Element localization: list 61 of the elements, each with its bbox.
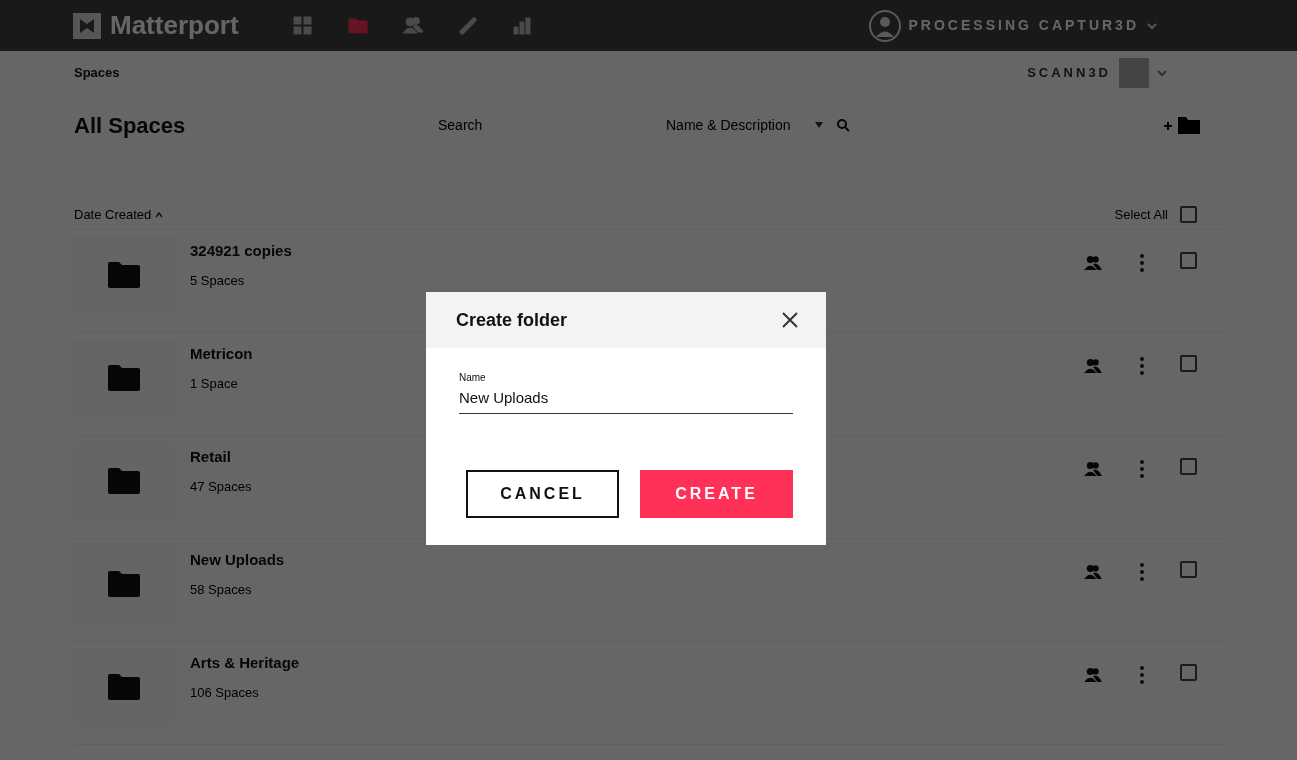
name-field[interactable]: New Uploads [459, 384, 793, 414]
users-icon[interactable] [1084, 564, 1102, 580]
users-icon[interactable] [1084, 667, 1102, 683]
filter-dropdown[interactable]: Name & Description [666, 114, 823, 136]
brand-name: Matterport [110, 9, 239, 42]
folder-name[interactable]: New Uploads [190, 549, 285, 572]
checkbox[interactable] [1180, 355, 1197, 372]
add-folder-icon[interactable] [1163, 115, 1201, 135]
users-icon[interactable] [1084, 255, 1102, 271]
folder-thumbnail[interactable] [74, 547, 174, 621]
space-count: 1 Space [190, 374, 239, 393]
folder-thumbnail[interactable] [74, 238, 174, 312]
space-count: 106 Spaces [190, 683, 260, 702]
folder-name[interactable]: Metricon [190, 343, 253, 366]
folder-name[interactable]: 324921 copies [190, 240, 292, 263]
folder-icon [107, 261, 141, 289]
breadcrumb[interactable]: Spaces [74, 63, 120, 83]
checkbox[interactable] [1180, 458, 1197, 475]
checkbox[interactable] [1180, 664, 1197, 681]
create-button[interactable]: CREATE [640, 469, 793, 518]
more-icon[interactable] [1140, 254, 1144, 272]
bar-chart-icon[interactable] [512, 15, 534, 36]
folder-icon [107, 673, 141, 701]
folder-icon [107, 570, 141, 598]
users-icon[interactable] [1084, 461, 1102, 477]
field-label: Name [459, 372, 487, 384]
logo-icon [72, 11, 102, 40]
dialog-title: Create folder [456, 308, 568, 332]
more-icon[interactable] [1140, 357, 1144, 375]
search-field[interactable]: Search [438, 114, 658, 136]
caret-icon [814, 122, 823, 128]
more-icon[interactable] [1140, 563, 1144, 581]
more-icon[interactable] [1140, 460, 1144, 478]
account-name[interactable]: PROCESSING CAPTUR3D [908, 15, 1139, 36]
space-count: 47 Spaces [190, 477, 252, 496]
checkbox[interactable] [1180, 206, 1197, 223]
folder-icon [107, 467, 141, 495]
users-icon[interactable] [402, 15, 424, 36]
checkbox[interactable] [1180, 252, 1197, 269]
sort-dropdown[interactable]: Date Created [74, 204, 164, 225]
folder-thumbnail[interactable] [74, 341, 174, 415]
folder-thumbnail[interactable] [74, 650, 174, 724]
caret-icon [155, 211, 164, 218]
grid-icon[interactable] [292, 15, 314, 36]
cancel-button[interactable]: CANCEL [466, 469, 619, 518]
folder-name[interactable]: Retail [190, 446, 252, 469]
folder-icon [107, 364, 141, 392]
select-all-label: Select All [1114, 205, 1168, 224]
caret-icon[interactable] [1157, 69, 1167, 77]
avatar-icon [868, 9, 901, 42]
close-icon[interactable] [782, 312, 798, 328]
space-count: 5 Spaces [190, 271, 246, 290]
page-title: All Spaces [74, 111, 187, 140]
search-icon[interactable] [836, 118, 850, 132]
folder-name[interactable]: Arts & Heritage [190, 652, 300, 675]
checkbox[interactable] [1180, 561, 1197, 578]
space-count: 58 Spaces [190, 580, 253, 599]
organization-name[interactable]: SCANN3D [1027, 63, 1111, 83]
users-icon[interactable] [1084, 358, 1102, 374]
folder-thumbnail[interactable] [74, 444, 174, 518]
more-icon[interactable] [1140, 666, 1144, 684]
